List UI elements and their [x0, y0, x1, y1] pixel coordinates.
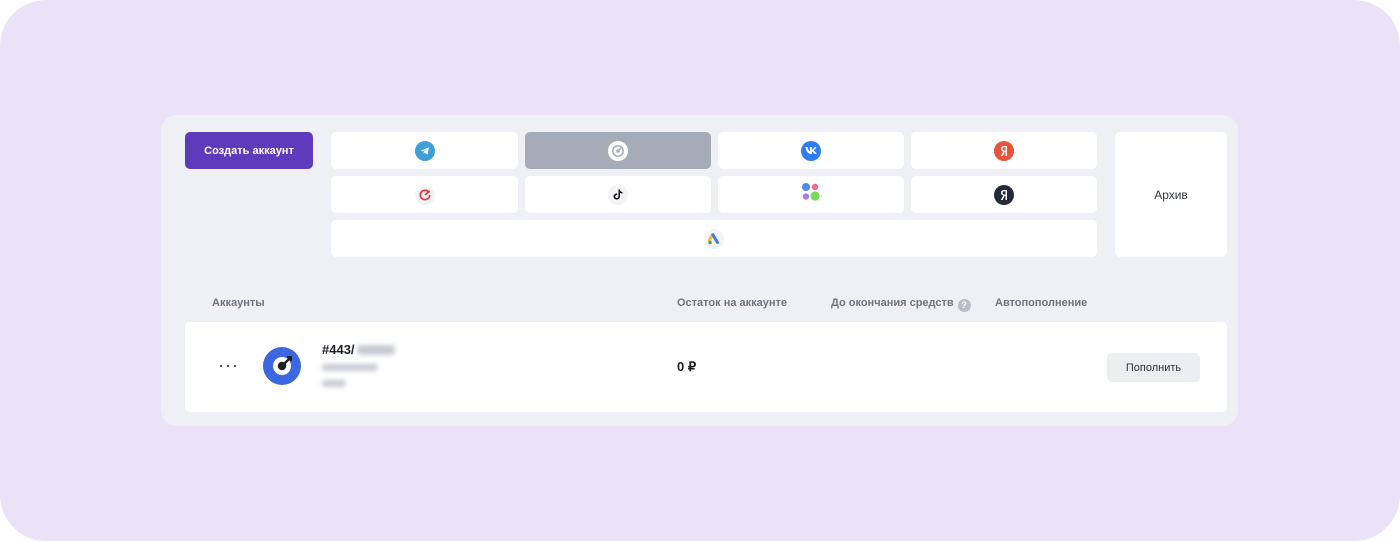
redacted-name [356, 344, 395, 355]
platform-tile-target-ads[interactable] [525, 132, 711, 169]
create-account-button[interactable]: Создать аккаунт [185, 132, 313, 169]
vk-ads-dots-icon [801, 182, 821, 207]
redacted-detail [322, 364, 378, 371]
platform-tile-vk[interactable] [718, 132, 904, 169]
platform-tile-yandex-direct[interactable] [911, 132, 1097, 169]
header-balance: Остаток на аккаунте [677, 297, 788, 309]
table-row: ··· #443/ 0 ₽ Пополнить [185, 322, 1227, 412]
vk-icon [801, 140, 821, 161]
yandex-direct-icon [994, 140, 1014, 161]
google-ads-icon [704, 228, 724, 249]
header-until-end-label: До окончания средств [831, 297, 954, 309]
platform-tile-vk-ads[interactable] [718, 176, 904, 213]
header-until-end: До окончания средств? [831, 297, 971, 312]
more-menu-icon[interactable]: ··· [218, 355, 239, 376]
mytarget-icon [414, 184, 435, 205]
platform-tile-telegram[interactable] [331, 132, 518, 169]
platform-tile-tiktok[interactable] [525, 176, 711, 213]
tiktok-icon [608, 184, 628, 205]
account-id-label: #443/ [322, 342, 355, 357]
platform-tile-yandex[interactable] [911, 176, 1097, 213]
account-id: #443/ [322, 342, 395, 357]
target-ads-icon [608, 140, 628, 161]
platform-tile-mytarget[interactable] [331, 176, 518, 213]
help-icon[interactable]: ? [957, 299, 971, 312]
account-balance: 0 ₽ [677, 359, 697, 374]
platform-tile-google-ads[interactable] [331, 220, 1097, 257]
redacted-detail [322, 380, 346, 387]
telegram-icon [414, 140, 435, 161]
yandex-icon [994, 184, 1014, 205]
topup-button[interactable]: Пополнить [1107, 353, 1200, 382]
target-ads-avatar-icon [263, 347, 301, 385]
header-accounts: Аккаунты [212, 297, 265, 309]
archive-button[interactable]: Архив [1115, 132, 1227, 257]
header-autopay: Автопополнение [995, 297, 1088, 309]
